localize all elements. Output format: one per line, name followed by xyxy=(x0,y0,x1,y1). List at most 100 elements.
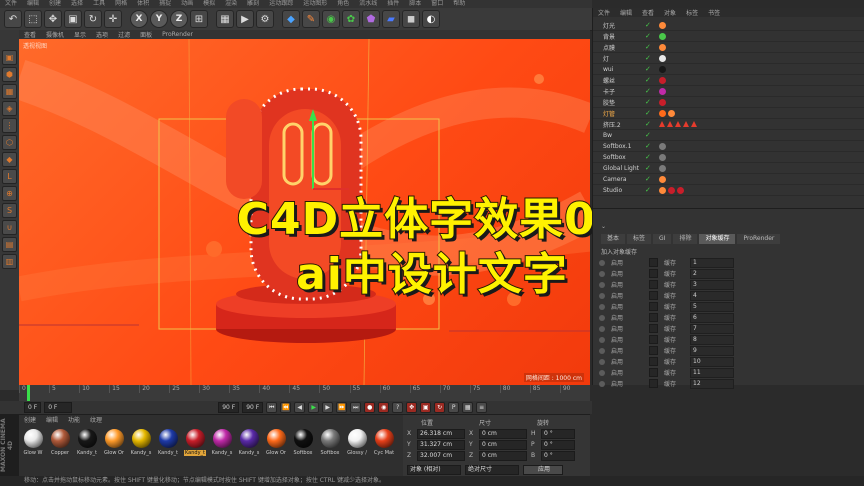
material-tag-icon[interactable] xyxy=(677,186,684,194)
menu-item[interactable]: 雕刻 xyxy=(242,0,264,8)
visibility-check-icon[interactable]: ✓ xyxy=(645,76,659,84)
material-tag-icon[interactable] xyxy=(668,109,675,117)
edges-mode-icon[interactable]: ⬡ xyxy=(2,135,17,150)
visibility-check-icon[interactable]: ✓ xyxy=(645,98,659,106)
menu-item[interactable]: 流水线 xyxy=(354,0,382,8)
render-region-icon[interactable]: ▦ xyxy=(216,10,234,28)
scale-icon[interactable]: ▣ xyxy=(64,10,82,28)
menu-item[interactable]: 窗口 xyxy=(426,0,448,8)
object-menu-item[interactable]: 对象 xyxy=(659,8,681,17)
object-row[interactable]: 背景 ✓ xyxy=(593,31,864,42)
autokey-icon[interactable]: ◉ xyxy=(378,402,390,413)
size-field[interactable]: 0 cm xyxy=(479,450,527,461)
object-menu-item[interactable]: 文件 xyxy=(593,8,615,17)
menu-item[interactable]: 渲染 xyxy=(220,0,242,8)
viewport-menu-item[interactable]: ProRender xyxy=(157,31,198,38)
menu-item[interactable]: 运动图形 xyxy=(298,0,332,8)
object-row[interactable]: Studio ✓ xyxy=(593,185,864,196)
camera-icon[interactable]: ◼ xyxy=(402,10,420,28)
material-tag-icon[interactable] xyxy=(659,76,666,84)
cache-value-field[interactable]: 6 xyxy=(690,312,734,323)
start-frame-field[interactable]: 0 F xyxy=(24,402,42,413)
enable-checkbox[interactable] xyxy=(649,302,658,311)
object-row[interactable]: 挤压.2 ✓ xyxy=(593,119,864,130)
material-swatch[interactable]: Kandy_s xyxy=(130,429,152,463)
enable-checkbox[interactable] xyxy=(649,313,658,322)
menu-item[interactable]: 角色 xyxy=(332,0,354,8)
recent-tools-icon[interactable]: ✛ xyxy=(104,10,122,28)
attribute-tab[interactable]: ProRender xyxy=(737,234,781,244)
material-menu-item[interactable]: 功能 xyxy=(63,415,85,424)
cache-value-field[interactable]: 8 xyxy=(690,334,734,345)
coordinate-system-icon[interactable]: ⊞ xyxy=(190,10,208,28)
attribute-tab[interactable]: 标签 xyxy=(627,234,652,244)
material-swatch[interactable]: Kandy_t xyxy=(76,429,98,463)
attribute-tab[interactable]: 排除 xyxy=(673,234,698,244)
menu-item[interactable]: 帮助 xyxy=(448,0,470,8)
object-row[interactable]: 卡子 ✓ xyxy=(593,86,864,97)
next-key-icon[interactable]: ⏩ xyxy=(336,402,348,413)
points-mode-icon[interactable]: ⋮ xyxy=(2,118,17,133)
menu-item[interactable]: 捕捉 xyxy=(154,0,176,8)
material-tag-icon[interactable] xyxy=(683,121,689,127)
next-frame-icon[interactable]: ▶ xyxy=(322,402,334,413)
live-select-icon[interactable]: ⬚ xyxy=(24,10,42,28)
object-row[interactable]: 灯光 ✓ xyxy=(593,20,864,31)
object-row[interactable]: 螺丝 ✓ xyxy=(593,75,864,86)
object-row[interactable]: wui ✓ xyxy=(593,64,864,75)
viewport-menu-item[interactable]: 面板 xyxy=(135,30,157,39)
material-swatch[interactable]: Glow W xyxy=(22,429,44,463)
texture-mode-icon[interactable]: ▦ xyxy=(2,84,17,99)
rotation-key-icon[interactable]: ↻ xyxy=(434,402,446,413)
object-row[interactable]: 点膜 ✓ xyxy=(593,42,864,53)
enable-checkbox[interactable] xyxy=(649,368,658,377)
menu-item[interactable]: 模拟 xyxy=(198,0,220,8)
spline-pen-icon[interactable]: ✎ xyxy=(302,10,320,28)
floor-icon[interactable]: ▰ xyxy=(382,10,400,28)
size-mode-dropdown[interactable]: 绝对尺寸 xyxy=(465,464,519,475)
animate-dot-icon[interactable] xyxy=(599,358,605,365)
visibility-check-icon[interactable]: ✓ xyxy=(645,175,659,183)
position-field[interactable]: 32.007 cm xyxy=(417,450,465,461)
keyframe-selection-icon[interactable]: ? xyxy=(392,402,404,413)
animate-dot-icon[interactable] xyxy=(599,314,605,321)
material-tag-icon[interactable] xyxy=(659,175,666,183)
size-field[interactable]: 0 cm xyxy=(479,428,527,439)
cache-value-field[interactable]: 1 xyxy=(690,257,734,268)
animate-dot-icon[interactable] xyxy=(599,347,605,354)
material-menu-item[interactable]: 编辑 xyxy=(41,415,63,424)
menu-item[interactable]: 插件 xyxy=(382,0,404,8)
object-row[interactable]: Softbox ✓ xyxy=(593,152,864,163)
prev-frame-icon[interactable]: ◀ xyxy=(294,402,306,413)
material-tag-icon[interactable] xyxy=(659,98,666,106)
workplane-icon[interactable]: ◈ xyxy=(2,101,17,116)
object-row[interactable]: 灯 ✓ xyxy=(593,53,864,64)
y-axis-button[interactable]: Y xyxy=(150,10,168,28)
object-row[interactable]: Camera ✓ xyxy=(593,174,864,185)
material-swatch[interactable]: Glow Or xyxy=(103,429,125,463)
visibility-check-icon[interactable]: ✓ xyxy=(645,21,659,29)
attribute-tab[interactable]: 对象缓存 xyxy=(699,234,736,244)
material-swatch[interactable]: Kandy_t xyxy=(184,429,206,463)
object-row[interactable]: 胶垫 ✓ xyxy=(593,97,864,108)
material-tag-icon[interactable] xyxy=(659,32,666,40)
position-field[interactable]: 26.318 cm xyxy=(417,428,465,439)
visibility-check-icon[interactable]: ✓ xyxy=(645,131,659,139)
menu-item[interactable]: 编辑 xyxy=(22,0,44,8)
cache-value-field[interactable]: 9 xyxy=(690,345,734,356)
undo-icon[interactable]: ↶ xyxy=(4,10,22,28)
current-frame-field[interactable]: 0 F xyxy=(44,402,73,413)
prev-key-icon[interactable]: ⏪ xyxy=(280,402,292,413)
object-menu-item[interactable]: 书签 xyxy=(703,8,725,17)
material-tag-icon[interactable] xyxy=(691,121,697,127)
viewport-menu-item[interactable]: 显示 xyxy=(69,30,91,39)
material-swatch[interactable]: Kandy_s xyxy=(211,429,233,463)
position-key-icon[interactable]: ✥ xyxy=(406,402,418,413)
enable-checkbox[interactable] xyxy=(649,324,658,333)
animate-dot-icon[interactable] xyxy=(599,336,605,343)
menu-item[interactable]: 运动跟踪 xyxy=(264,0,298,8)
end-frame-field-2[interactable]: 90 F xyxy=(242,402,264,413)
end-frame-field[interactable]: 90 F xyxy=(218,402,240,413)
position-field[interactable]: 31.327 cm xyxy=(417,439,465,450)
polygons-mode-icon[interactable]: ◆ xyxy=(2,152,17,167)
